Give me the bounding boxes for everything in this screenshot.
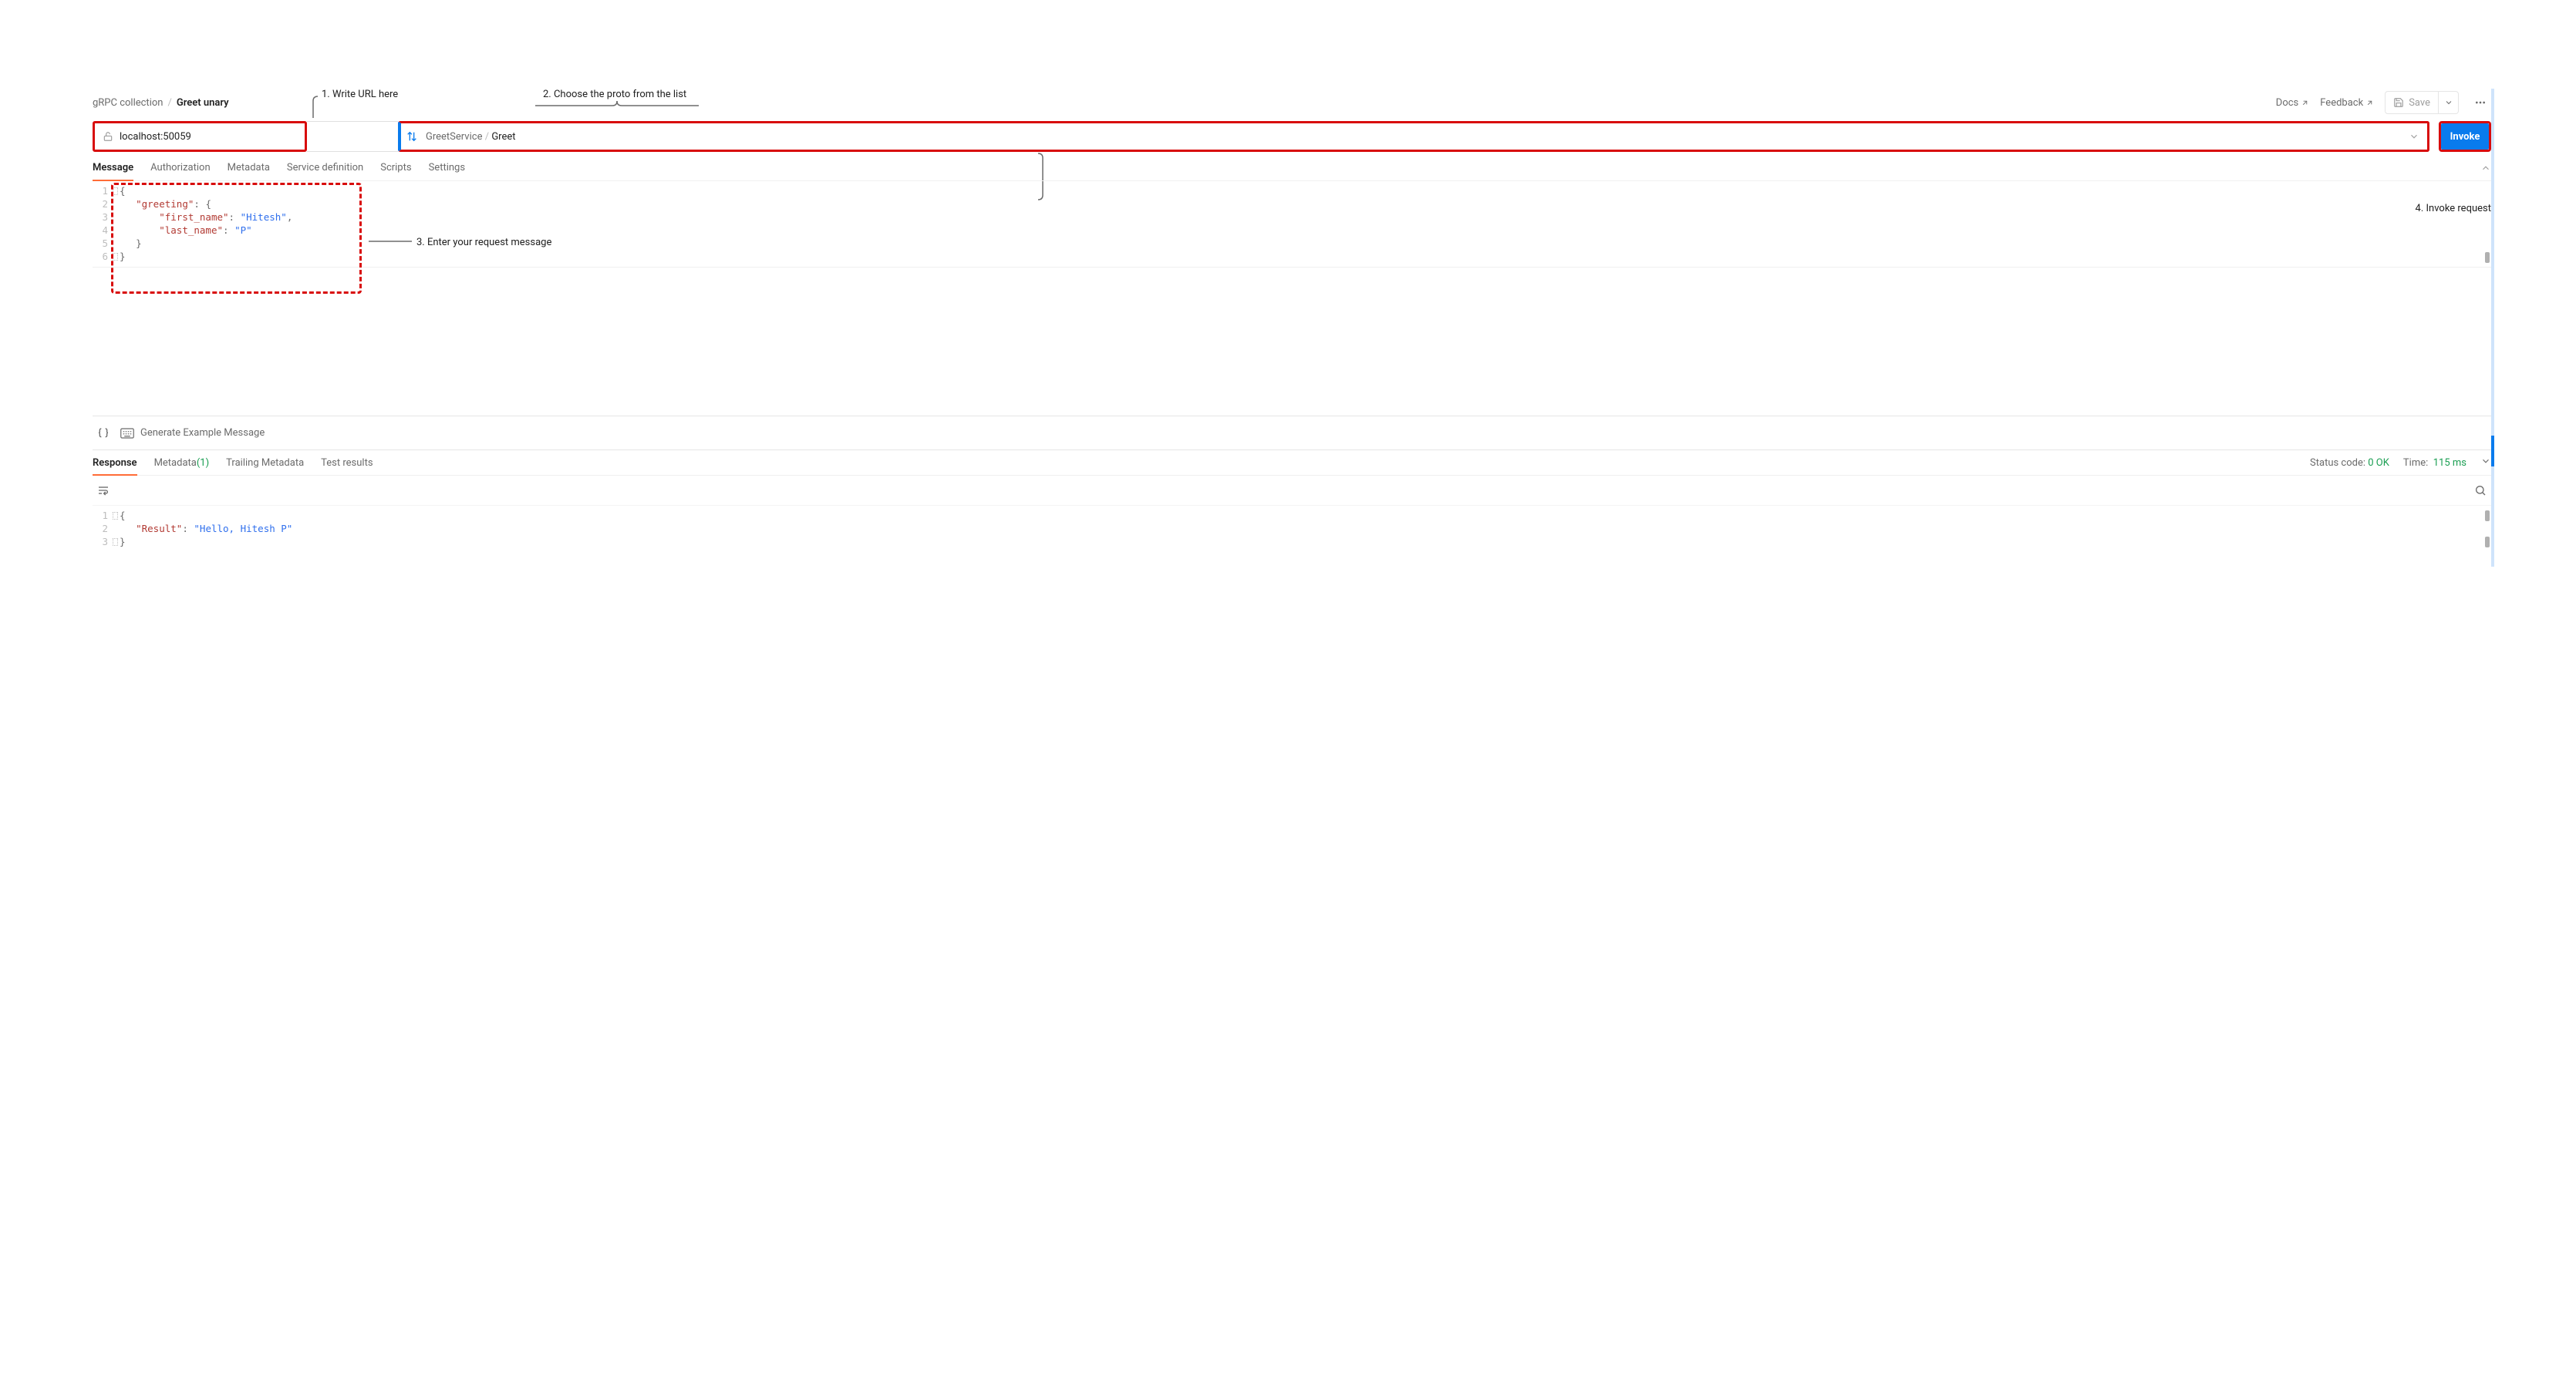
chevron-up-icon [2480,163,2491,173]
time-label: Time: [2403,457,2428,469]
url-text: localhost:50059 [120,131,191,143]
generate-example-label: Generate Example Message [140,427,265,439]
breadcrumb-collection[interactable]: gRPC collection [93,97,163,109]
response-code: { "Result": "Hello, Hitesh P"} [113,509,2491,548]
time-value: 115 ms [2433,457,2466,469]
method-select[interactable]: GreetService / Greet [398,121,2429,152]
top-bar: gRPC collection / Greet unary Docs Feedb… [93,89,2491,116]
response-tab-metadata[interactable]: Metadata (1) [154,450,210,475]
app-root: 1. Write URL here 2. Choose the proto fr… [93,89,2491,567]
more-button[interactable] [2470,92,2491,113]
request-tab-authorization[interactable]: Authorization [150,155,211,180]
breadcrumb-separator: / [167,97,171,109]
response-toolbar [93,476,2491,505]
request-tab-service-definition[interactable]: Service definition [287,155,363,180]
search-icon [2474,484,2487,497]
save-icon [2393,97,2404,108]
breadcrumb-request: Greet unary [177,97,229,109]
editor-scroll-marker [2485,252,2490,263]
response-tab-test-results[interactable]: Test results [321,450,373,475]
beautify-button[interactable] [97,427,110,439]
request-editor[interactable]: 123456 { "greeting": { "first_name": "Hi… [93,181,2491,268]
request-editor-inner: 123456 { "greeting": { "first_name": "Hi… [93,181,2491,263]
response-gutter: 123 [93,509,113,548]
save-caret-button[interactable] [2438,92,2458,113]
docs-link-label: Docs [2276,97,2298,109]
invoke-button[interactable]: Invoke [2441,123,2489,150]
docs-link[interactable]: Docs [2276,97,2309,109]
method-text: GreetService / Greet [426,131,2401,143]
generate-example-button[interactable]: Generate Example Message [120,427,265,439]
feedback-link[interactable]: Feedback [2320,97,2374,109]
request-tab-message[interactable]: Message [93,155,133,180]
lock-open-icon [103,131,113,142]
external-icon [2301,99,2309,107]
status-code-label: Status code: [2310,457,2365,469]
response-scroll-marker-2 [2485,537,2490,547]
response-meta: Status code: 0 OK Time: 115 ms [2310,456,2491,470]
collapse-section-button[interactable] [2480,163,2491,173]
request-tab-metadata[interactable]: Metadata [228,155,270,180]
response-scroll-marker-1 [2485,510,2490,521]
invoke-button-highlight: Invoke [2439,121,2491,152]
chevron-down-icon [2444,98,2453,107]
method-name: Greet [491,131,515,143]
wrap-lines-button[interactable] [97,484,110,497]
request-tabs: Message Authorization Metadata Service defi… [93,155,2491,181]
response-tab-trailing-metadata[interactable]: Trailing Metadata [226,450,304,475]
top-actions: Docs Feedback Save [2276,91,2491,114]
external-icon [2365,99,2374,107]
response-collapse-button[interactable] [2480,456,2491,470]
save-button[interactable]: Save [2385,92,2438,113]
request-tab-settings[interactable]: Settings [429,155,465,180]
response-tab-response[interactable]: Response [93,450,137,475]
dots-icon [2474,96,2487,109]
method-service: GreetService [426,131,482,143]
request-tab-scripts[interactable]: Scripts [380,155,411,180]
save-label: Save [2409,97,2430,109]
breadcrumb: gRPC collection / Greet unary [93,97,229,109]
transfer-icon [406,130,418,143]
braces-icon [97,427,110,439]
keyboard-icon [120,428,134,439]
search-response-button[interactable] [2474,484,2487,497]
request-gutter: 123456 [93,184,113,263]
save-button-group: Save [2385,91,2459,114]
url-input[interactable]: localhost:50059 [93,121,307,152]
request-row-gap [307,121,398,152]
status-code-value: 0 OK [2368,457,2389,469]
editor-spacer [93,268,2491,416]
response-editor[interactable]: 123 { "Result": "Hello, Hitesh P"} [93,505,2491,567]
right-scrollbar-thumb[interactable] [2491,436,2494,466]
annotation-method: 2. Choose the proto from the list [543,89,686,100]
chevron-down-icon [2480,456,2491,466]
method-separator: / [485,131,489,143]
annotation-url: 1. Write URL here [322,89,398,100]
right-scrollbar-accent [2491,89,2494,567]
status-label-group: Status code: 0 OK [2310,457,2389,469]
time-label-group: Time: 115 ms [2403,457,2466,469]
wrap-icon [97,484,110,497]
response-tabs: Response Metadata (1) Trailing Metadata Tes… [93,449,2491,476]
response-editor-inner: 123 { "Result": "Hello, Hitesh P"} [93,506,2491,548]
request-row: localhost:50059 GreetService / Greet Inv… [93,121,2491,152]
message-helpers: Generate Example Message [93,416,2491,449]
chevron-down-icon [2409,131,2419,142]
request-code[interactable]: { "greeting": { "first_name": "Hitesh", … [113,184,2491,263]
feedback-link-label: Feedback [2320,97,2363,109]
